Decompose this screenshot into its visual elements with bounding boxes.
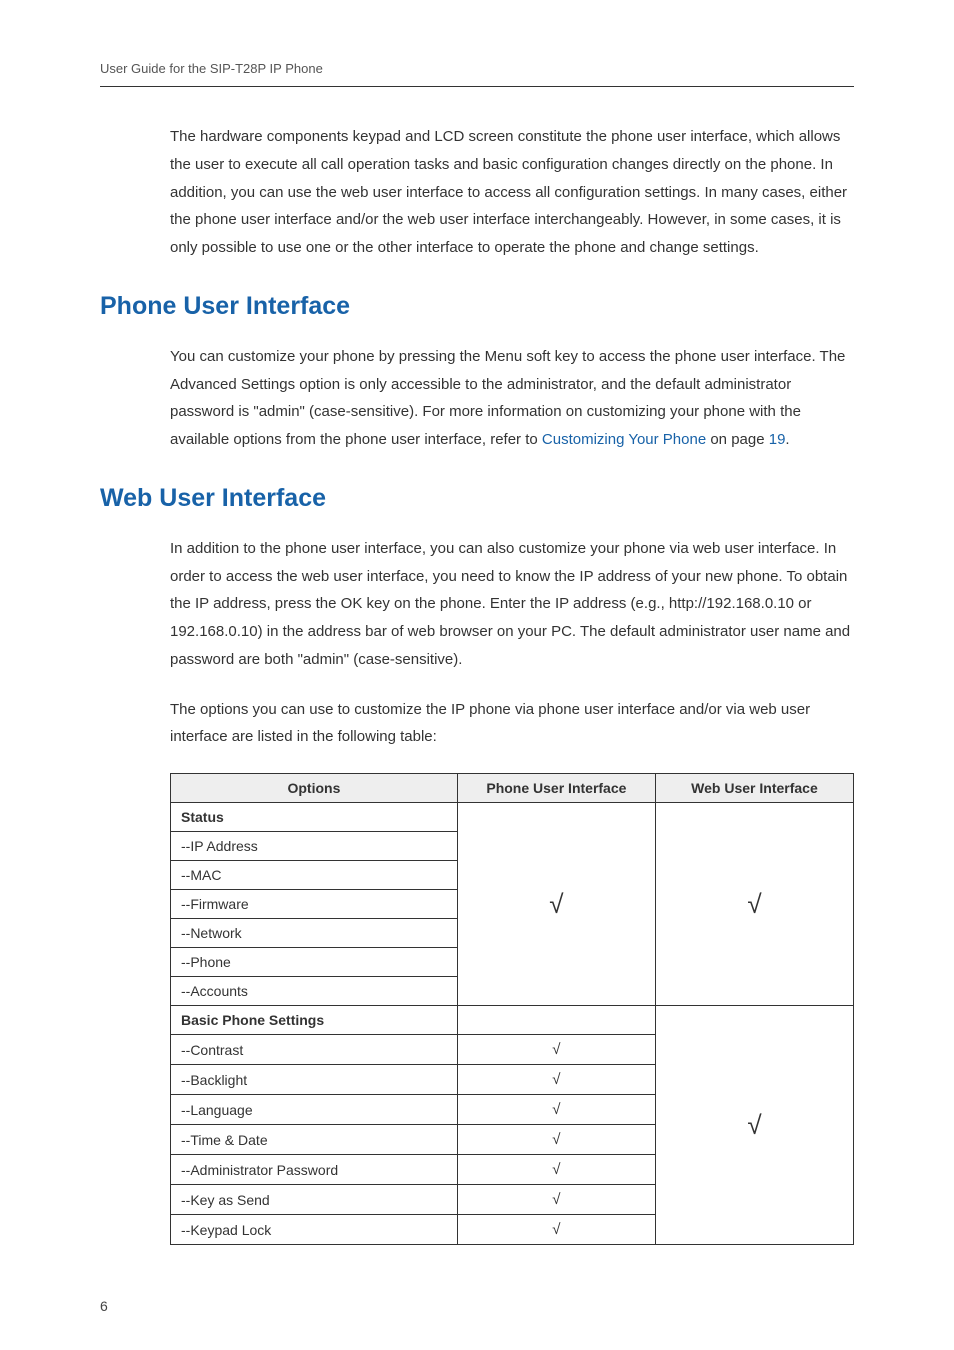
basic-web-check: √ (655, 1006, 853, 1245)
opt-ip-address: --IP Address (171, 832, 458, 861)
page-number: 6 (100, 1298, 108, 1314)
basic-settings-phone-blank (457, 1006, 655, 1035)
col-options: Options (171, 774, 458, 803)
intro-paragraph: The hardware components keypad and LCD s… (170, 123, 854, 262)
page-header: User Guide for the SIP-T28P IP Phone (100, 60, 854, 87)
opt-backlight: --Backlight (171, 1065, 458, 1095)
adminpw-phone-check: √ (457, 1155, 655, 1185)
contrast-phone-check: √ (457, 1035, 655, 1065)
status-title: Status (171, 803, 458, 832)
col-web: Web User Interface (655, 774, 853, 803)
phone-ui-heading: Phone User Interface (100, 292, 854, 321)
table-header-row: Options Phone User Interface Web User In… (171, 774, 854, 803)
opt-admin-pw: --Administrator Password (171, 1155, 458, 1185)
opt-phone: --Phone (171, 948, 458, 977)
customizing-phone-link[interactable]: Customizing Your Phone (542, 431, 706, 448)
opt-language: --Language (171, 1095, 458, 1125)
page-ref-link[interactable]: 19 (769, 431, 786, 448)
keypadlock-phone-check: √ (457, 1215, 655, 1245)
opt-accounts: --Accounts (171, 977, 458, 1006)
web-ui-paragraph-1: In addition to the phone user interface,… (170, 535, 854, 674)
web-ui-heading: Web User Interface (100, 484, 854, 513)
col-phone: Phone User Interface (457, 774, 655, 803)
table-row: Basic Phone Settings √ (171, 1006, 854, 1035)
opt-key-send: --Key as Send (171, 1185, 458, 1215)
web-ui-paragraph-2: The options you can use to customize the… (170, 696, 854, 752)
header-title: User Guide for the SIP-T28P IP Phone (100, 61, 323, 76)
status-web-check: √ (655, 803, 853, 1006)
status-phone-check: √ (457, 803, 655, 1006)
table-row: Status √ √ (171, 803, 854, 832)
backlight-phone-check: √ (457, 1065, 655, 1095)
options-table-wrap: Options Phone User Interface Web User In… (170, 773, 854, 1245)
basic-settings-title: Basic Phone Settings (171, 1006, 458, 1035)
phone-ui-paragraph: You can customize your phone by pressing… (170, 343, 854, 454)
language-phone-check: √ (457, 1095, 655, 1125)
options-table: Options Phone User Interface Web User In… (170, 773, 854, 1245)
phone-ui-p1-mid: on page (706, 431, 769, 448)
opt-firmware: --Firmware (171, 890, 458, 919)
opt-keypad-lock: --Keypad Lock (171, 1215, 458, 1245)
phone-ui-p1-suffix: . (785, 431, 789, 448)
timedate-phone-check: √ (457, 1125, 655, 1155)
opt-time-date: --Time & Date (171, 1125, 458, 1155)
opt-network: --Network (171, 919, 458, 948)
keysend-phone-check: √ (457, 1185, 655, 1215)
opt-mac: --MAC (171, 861, 458, 890)
opt-contrast: --Contrast (171, 1035, 458, 1065)
